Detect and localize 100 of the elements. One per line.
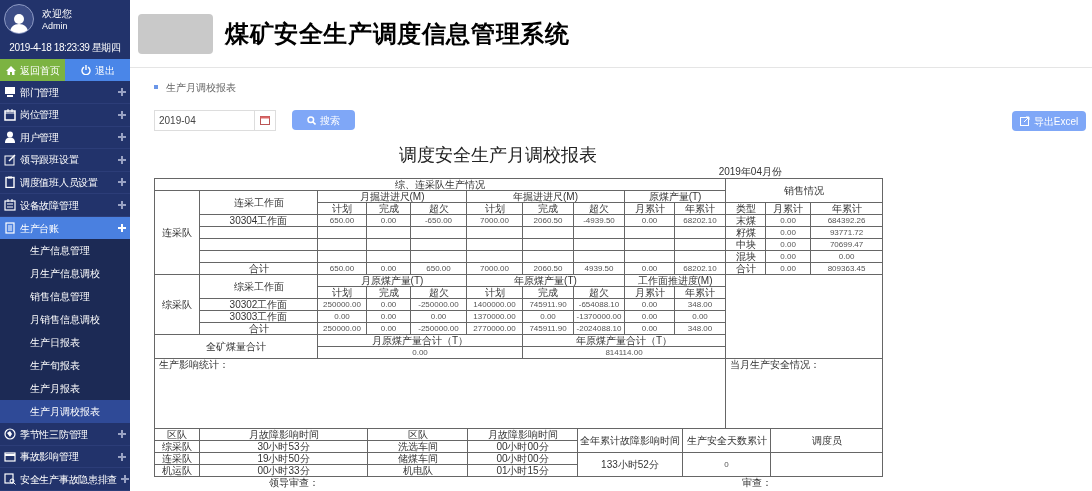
sidebar-item[interactable]: 用户管理 [0,126,130,150]
sidebar-item[interactable]: 调度值班人员设置 [0,171,130,195]
plus-icon [118,201,126,209]
column-header: 超欠 [410,286,467,299]
column-header: 月故障影响时间 [467,428,578,441]
table-cell: 机电队 [367,464,468,477]
sidebar-item[interactable]: 部门管理 [0,81,130,104]
sidebar-item[interactable]: 领导跟班设置 [0,149,130,172]
column-header: 计划 [466,286,523,299]
globe-icon [4,428,16,441]
search-document-icon [4,473,16,486]
column-header: 年累计 [810,202,883,215]
search-icon [307,115,316,125]
column-header: 完成 [522,286,574,299]
sidebar-item[interactable]: 生产台账 [0,216,130,240]
table-cell: -654088.10 [573,298,625,311]
table-cell: -2024088.10 [573,322,625,335]
table-cell: 745911.90 [522,298,574,311]
submenu-item[interactable]: 生产日报表 [0,331,130,355]
table-cell: 0 [682,452,771,477]
logout-button[interactable]: 退出 [65,58,130,82]
sidebar-item[interactable]: 设备故障管理 [0,194,130,217]
column-header: 月故障影响时间 [199,428,368,441]
column-header: 连采工作面 [199,190,318,215]
table-cell: 0.00 [765,238,811,251]
column-header: 年原煤产量(T) [466,274,625,287]
section-title: 综、连采队生产情况 [154,178,726,191]
column-header: 月累计 [624,286,675,299]
sidebar-item[interactable]: 季节性三防管理 [0,423,130,446]
table-cell: 0.00 [765,226,811,239]
app-title: 煤矿安全生产调度信息管理系统 [225,18,570,49]
table-cell: 0.00 [366,214,411,227]
table-cell: 30302工作面 [199,298,318,311]
table-cell: 0.00 [624,310,675,323]
table-cell: 中块 [725,238,766,251]
table-cell: 2770000.00 [466,322,523,335]
clipboard-icon [4,176,16,189]
submenu-item[interactable]: 销售信息管理 [0,285,130,309]
table-cell: 合计 [725,262,766,275]
column-header: 月掘进进尺(M) [317,190,467,203]
column-header: 完成 [366,286,411,299]
table-cell: 650.00 [410,262,467,275]
plus-icon [121,475,129,484]
card-icon [4,450,16,463]
column-header: 超欠 [573,202,625,215]
avatar [4,4,34,34]
submenu-item[interactable]: 生产月调校报表 [0,400,130,424]
edit-icon [4,153,16,166]
breadcrumb[interactable]: 生产月调校报表 [166,79,236,95]
table-cell: 混块 [725,250,766,263]
submenu-item[interactable]: 月生产信息调校 [0,262,130,286]
submenu-item[interactable]: 生产信息管理 [0,239,130,263]
table-cell: 0.00 [810,250,883,263]
table-cell: 0.00 [410,310,467,323]
document-icon [4,222,16,235]
column-header: 全年累计故障影响时间 [577,428,683,453]
table-cell: 0.00 [624,322,675,335]
submenu-item[interactable]: 生产月报表 [0,377,130,401]
column-header: 年累计 [674,202,726,215]
sidebar-item[interactable]: 岗位管理 [0,104,130,127]
sidebar-item[interactable]: 安全生产事故隐患排查 [0,468,130,491]
column-header: 区队 [154,428,200,441]
submenu-item[interactable]: 生产旬报表 [0,354,130,378]
table-cell: 745911.90 [522,322,574,335]
calendar-icon [4,108,16,121]
plus-icon [118,110,126,119]
table-cell: 1370000.00 [466,310,523,323]
table-cell: 0.00 [317,310,367,323]
datetime-text: 2019-4-18 18:23:39 星期四 [8,42,122,54]
home-icon [5,65,16,75]
table-cell: 684392.26 [810,214,883,227]
row-label: 全矿煤量合计 [154,334,318,359]
column-header: 年掘进进尺(M) [466,190,625,203]
team-label: 综采队 [154,274,200,335]
table-cell: 30303工作面 [199,310,318,323]
calendar-icon[interactable] [260,115,270,125]
table-cell: 30小时53分 [199,440,368,453]
column-header: 完成 [366,202,411,215]
table-cell: 0.00 [366,262,411,275]
table-cell: 0.00 [765,250,811,263]
table-cell: 00小时00分 [467,440,578,453]
table-cell: 末煤 [725,214,766,227]
table-cell: 0.00 [317,346,523,359]
table-cell: 19小时50分 [199,452,368,465]
table-cell: 93771.72 [810,226,883,239]
table-cell: 储煤车间 [367,452,468,465]
table-cell: 0.00 [366,298,411,311]
sidebar-item[interactable]: 事故影响管理 [0,445,130,469]
report-period: 2019年04月份 [718,166,782,178]
table-cell: 01小时15分 [467,464,578,477]
signature-label: 领导审查： [269,477,319,489]
table-cell: 0.00 [765,262,811,275]
submenu-item[interactable]: 月销售信息调校 [0,308,130,332]
total-label: 合计 [199,322,318,335]
table-cell: 0.00 [624,298,675,311]
table-cell: 809363.45 [810,262,883,275]
table-cell: 2060.50 [522,214,574,227]
month-field[interactable]: 2019-04 [154,109,276,131]
greeting-text: 欢迎您 [42,6,72,20]
user-name: Admin [42,19,69,32]
